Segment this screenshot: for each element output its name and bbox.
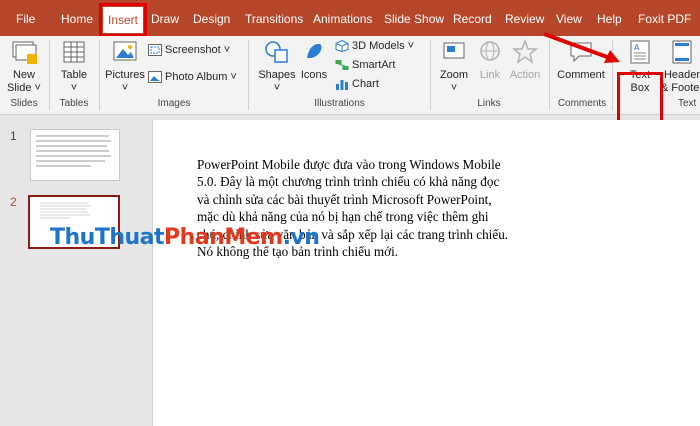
annotation-arrow bbox=[543, 32, 620, 63]
tab-foxit-pdf[interactable]: Foxit PDF bbox=[638, 0, 691, 36]
header-footer-icon bbox=[672, 40, 692, 64]
picture-icon bbox=[113, 41, 137, 61]
chart-button[interactable]: Chart bbox=[335, 78, 379, 91]
tab-review[interactable]: Review bbox=[505, 0, 544, 36]
group-label-text: Text bbox=[678, 98, 697, 109]
group-divider bbox=[49, 40, 50, 110]
screenshot-button[interactable]: Screenshot ˅ bbox=[148, 44, 230, 57]
slide-canvas[interactable]: PowerPoint Mobile được đưa vào trong Win… bbox=[152, 120, 700, 426]
zoom-button[interactable]: Zoom ˅ bbox=[434, 38, 474, 95]
tab-animations[interactable]: Animations bbox=[313, 0, 372, 36]
table-button[interactable]: Table ˅ bbox=[54, 38, 94, 95]
icons-icon bbox=[307, 44, 322, 58]
svg-text:A: A bbox=[634, 43, 640, 52]
group-divider bbox=[430, 40, 431, 110]
shapes-icon bbox=[265, 41, 288, 63]
header-footer-button[interactable]: Header & Footer bbox=[660, 38, 700, 95]
tab-record[interactable]: Record bbox=[453, 0, 492, 36]
slide-number: 2 bbox=[10, 195, 17, 209]
group-label-comments: Comments bbox=[557, 98, 607, 109]
tab-home[interactable]: Home bbox=[61, 0, 93, 36]
new-slide-button[interactable]: New Slide ˅ bbox=[4, 38, 44, 95]
tab-insert[interactable]: Insert bbox=[98, 3, 148, 37]
group-label-slides: Slides bbox=[10, 98, 38, 109]
action-button[interactable]: Action bbox=[506, 38, 544, 82]
tab-design[interactable]: Design bbox=[193, 0, 230, 36]
tab-transitions[interactable]: Transitions bbox=[245, 0, 303, 36]
group-label-images: Images bbox=[157, 98, 191, 109]
zoom-icon bbox=[443, 42, 465, 59]
pictures-button[interactable]: Pictures ˅ bbox=[104, 38, 146, 95]
group-label-tables: Tables bbox=[59, 98, 89, 109]
smartart-button[interactable]: SmartArt bbox=[335, 59, 395, 71]
group-label-illustrations: Illustrations bbox=[314, 98, 365, 109]
link-icon bbox=[480, 41, 500, 61]
tab-draw[interactable]: Draw bbox=[151, 0, 179, 36]
slide-text-line: và chỉnh sửa các bài thuyết trình Micros… bbox=[197, 191, 492, 207]
group-divider bbox=[248, 40, 249, 110]
group-divider bbox=[99, 40, 100, 110]
slide-text-line: 5.0. Đây là một chương trình trình chiếu… bbox=[197, 174, 500, 190]
smartart-icon bbox=[335, 60, 349, 71]
slide-thumbnail[interactable] bbox=[30, 129, 120, 181]
photo-album-button[interactable]: Photo Album ˅ bbox=[148, 71, 237, 84]
slide-thumbnail-pane: 1 2 bbox=[0, 115, 136, 426]
thumbnail-scrollbar[interactable] bbox=[136, 115, 151, 426]
3d-models-button[interactable]: 3D Models ˅ bbox=[335, 40, 414, 53]
icons-button[interactable]: Icons bbox=[298, 38, 330, 82]
link-button[interactable]: Link bbox=[474, 38, 506, 82]
slide-number: 1 bbox=[10, 129, 17, 143]
bar-chart-icon bbox=[336, 80, 348, 91]
cube-icon bbox=[335, 40, 349, 53]
slide-text-line: PowerPoint Mobile được đưa vào trong Win… bbox=[197, 157, 501, 172]
table-icon bbox=[63, 41, 85, 63]
photo-album-icon bbox=[148, 71, 162, 84]
action-star-icon bbox=[511, 38, 539, 64]
thumbnail-text-lines bbox=[36, 135, 111, 167]
tab-slide-show[interactable]: Slide Show bbox=[384, 0, 444, 36]
slide-text-line: mặc dù khả năng của nó bị hạn chế trong … bbox=[197, 209, 489, 225]
group-label-links: Links bbox=[477, 98, 501, 109]
shapes-button[interactable]: Shapes ˅ bbox=[255, 38, 299, 95]
watermark-logo: ThuThuatPhanMem.vn bbox=[50, 225, 320, 250]
tab-file[interactable]: File bbox=[16, 0, 35, 36]
screenshot-icon bbox=[148, 44, 162, 57]
new-slide-icon bbox=[12, 41, 37, 64]
